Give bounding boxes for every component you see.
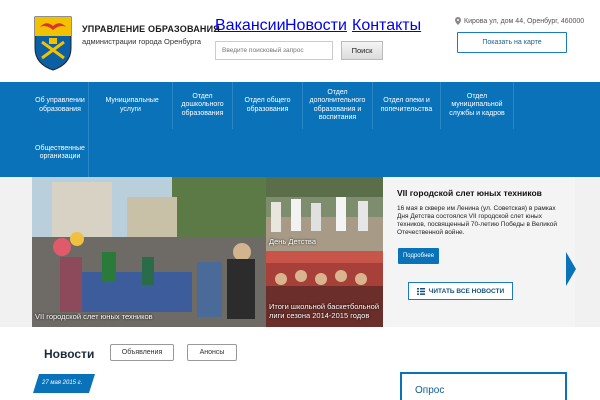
poll-title[interactable]: Опрос — [415, 385, 444, 396]
main-navigation: Об управлении образования Муниципальные … — [0, 82, 600, 177]
featured-news-text: 16 мая в сквере им Ленина (ул. Советская… — [397, 205, 558, 237]
mainnav-label: Отдел опеки и попечительства — [380, 97, 433, 113]
news-heading: Новости — [44, 347, 95, 361]
main-news-photo[interactable] — [32, 177, 266, 327]
topnav-news[interactable]: Новости — [285, 17, 347, 35]
list-icon — [416, 287, 425, 295]
read-all-news-label: ЧИТАТЬ ВСЕ НОВОСТИ — [428, 287, 505, 295]
show-on-map-button[interactable]: Показать на карте — [457, 32, 567, 53]
mainnav-label: Общественные организации — [35, 144, 85, 160]
mainnav-item-services[interactable]: Муниципальные услуги — [89, 82, 173, 129]
mainnav-label: Отдел муниципальной службы и кадров — [449, 92, 505, 117]
mainnav-item-additional[interactable]: Отдел дополнительного образования и восп… — [303, 82, 373, 129]
search-input[interactable] — [215, 41, 333, 60]
mainnav-label: Об управлении образования — [35, 97, 85, 113]
mainnav-item-general[interactable]: Отдел общего образования — [233, 82, 303, 129]
youth-technicians-photo — [32, 177, 266, 327]
bottom-photo-caption[interactable]: Итоги школьной баскетбольной лиги сезона… — [269, 302, 381, 320]
org-title: УПРАВЛЕНИЕ ОБРАЗОВАНИЯ — [82, 24, 220, 34]
mainnav-label: Отдел дошкольного образования — [181, 92, 224, 117]
read-all-news-button[interactable]: ЧИТАТЬ ВСЕ НОВОСТИ — [408, 282, 513, 300]
main-photo-caption[interactable]: VII городской слет юных техников — [35, 312, 153, 321]
mainnav-label: Отдел общего образования — [244, 97, 291, 113]
slider-next-arrow-icon[interactable] — [566, 252, 576, 286]
tab-announcements[interactable]: Объявления — [110, 344, 174, 361]
mainnav-item-about[interactable]: Об управлении образования — [32, 82, 89, 129]
site-header: УПРАВЛЕНИЕ ОБРАЗОВАНИЯ администрации гор… — [0, 0, 600, 82]
mainnav-item-hr[interactable]: Отдел муниципальной службы и кадров — [441, 82, 514, 129]
featured-news-title[interactable]: VII городской слет юных техников — [397, 188, 542, 198]
address: Кирова ул, дом 44, Оренбург, 460000 — [455, 17, 584, 25]
news-date: 27 мая 2015 г. — [42, 380, 83, 386]
org-subtitle: администрации города Оренбурга — [82, 37, 202, 46]
tab-upcoming[interactable]: Анонсы — [187, 344, 237, 361]
top-photo-caption[interactable]: День Детства — [269, 237, 316, 246]
address-text: Кирова ул, дом 44, Оренбург, 460000 — [464, 17, 585, 25]
mainnav-item-preschool[interactable]: Отдел дошкольного образования — [173, 82, 233, 129]
mainnav-item-guardianship[interactable]: Отдел опеки и попечительства — [373, 82, 441, 129]
city-coat-of-arms-logo[interactable] — [32, 14, 74, 72]
mainnav-label: Муниципальные услуги — [105, 97, 159, 113]
search-button[interactable]: Поиск — [341, 41, 383, 60]
topnav-contacts[interactable]: Контакты — [352, 17, 421, 35]
mainnav-item-public-orgs[interactable]: Общественные организации — [32, 129, 89, 177]
read-more-button[interactable]: Подробнее — [398, 248, 439, 264]
topnav-vacancies[interactable]: Вакансии — [215, 17, 286, 35]
location-pin-icon — [455, 17, 461, 25]
mainnav-label: Отдел дополнительного образования и восп… — [309, 88, 366, 121]
